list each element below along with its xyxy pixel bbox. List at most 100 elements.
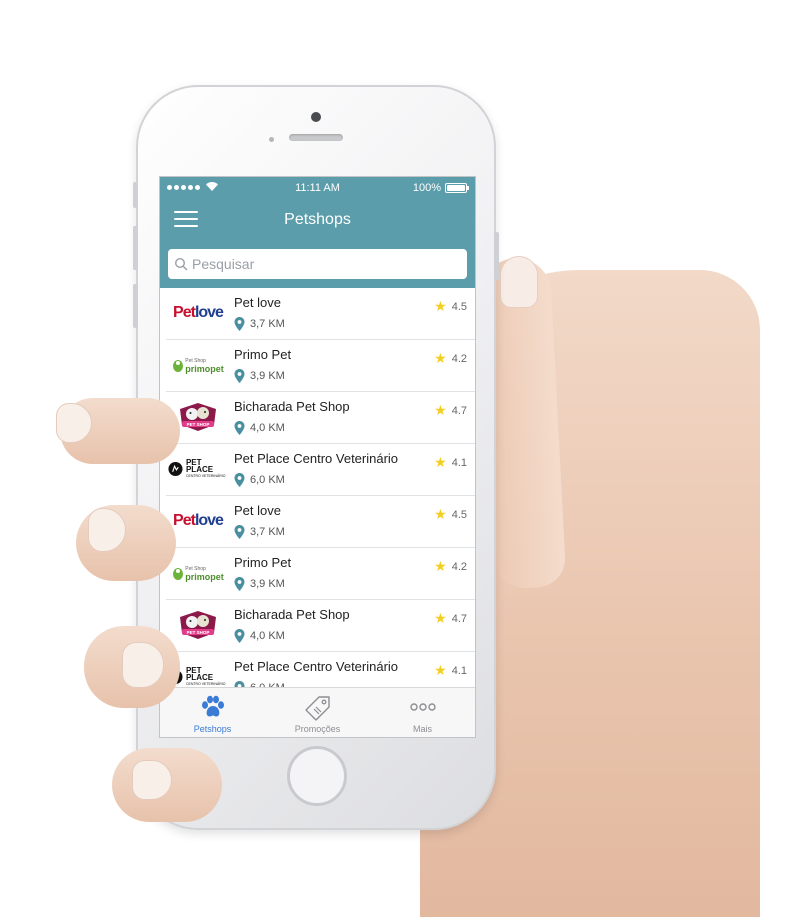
star-icon: ★ [434,506,447,522]
paw-icon [201,695,224,717]
mute-switch [133,182,138,208]
shop-logo: PET SHOP [168,610,228,640]
rating-value: 4.1 [451,456,467,469]
list-item[interactable]: PET SHOP Bicharada Pet Shop 4,0 KM ★ 4.7 [166,600,475,652]
shop-rating: ★ 4.1 [434,454,467,471]
shop-name: Primo Pet [234,555,292,570]
shop-distance: 4,0 KM [234,629,285,643]
location-pin-icon [234,421,245,435]
shop-logo: Petlove [168,298,228,328]
list-item[interactable]: PET PLACE CENTRO VETERINÁRIO Pet Place Cen… [166,444,475,496]
shop-logo: Pet Shop primopet [168,558,228,588]
finger-nail [132,760,172,800]
shop-rating: ★ 4.2 [434,558,467,575]
star-icon: ★ [434,298,447,314]
list-item[interactable]: Petlove Pet love 3,7 KM ★ 4.5 [166,288,475,340]
shop-distance: 3,9 KM [234,577,285,591]
shop-distance: 6,0 KM [234,473,285,487]
svg-text:PET SHOP: PET SHOP [187,630,210,635]
shop-logo: Pet Shop primopet [168,350,228,380]
petlove-logo: Petlove [173,512,224,529]
distance-text: 6,0 KM [250,474,285,486]
app-header: 11:11 AM 100% Petshops [160,177,475,288]
petshop-list: Petlove Pet love 3,7 KM ★ 4.5 Pet Shop primop… [160,288,475,688]
search-input[interactable] [192,256,452,272]
bicharada-logo: PET SHOP [180,611,216,639]
tab-label: Mais [412,724,432,734]
location-pin-icon [234,369,245,383]
primopet-logo: Pet Shop primopet [172,565,224,582]
shop-distance: 3,7 KM [234,525,285,539]
finger-nail [122,642,164,688]
distance-text: 4,0 KM [250,422,285,434]
tag-icon [304,696,330,721]
svg-text:PET SHOP: PET SHOP [187,422,210,427]
volume-up-button [133,226,138,270]
rating-value: 4.7 [451,612,467,625]
shop-name: Pet love [234,503,281,518]
shop-rating: ★ 4.7 [434,610,467,627]
shop-rating: ★ 4.1 [434,662,467,679]
more-icon [409,703,436,711]
shop-rating: ★ 4.2 [434,350,467,367]
location-pin-icon [234,317,245,331]
location-pin-icon [234,525,245,539]
shop-distance: 3,7 KM [234,317,285,331]
rating-value: 4.5 [451,300,467,313]
home-button[interactable] [287,746,347,806]
shop-name: Bicharada Pet Shop [234,399,350,414]
shop-logo: PET PLACE CENTRO VETERINÁRIO [168,454,228,484]
tab-label: Promoções [294,724,341,734]
shop-rating: ★ 4.5 [434,298,467,315]
location-pin-icon [234,473,245,487]
tab-promocoes[interactable]: Promoções [265,688,370,737]
distance-text: 3,9 KM [250,370,285,382]
list-item[interactable]: PET PLACE CENTRO VETERINÁRIO Pet Place Cen… [166,652,475,688]
list-item[interactable]: PET SHOP Bicharada Pet Shop 4,0 KM ★ 4.7 [166,392,475,444]
tab-petshops[interactable]: Petshops [160,688,265,737]
proximity-sensor [269,137,274,142]
rating-value: 4.5 [451,508,467,521]
front-camera [311,112,321,122]
volume-down-button [133,284,138,328]
petplace-logo: PET PLACE CENTRO VETERINÁRIO [168,458,228,480]
star-icon: ★ [434,454,447,470]
primopet-logo: Pet Shop primopet [172,357,224,374]
distance-text: 3,9 KM [250,578,285,590]
earpiece-speaker [289,134,343,141]
battery-percent: 100% [412,182,441,194]
rating-value: 4.2 [451,560,467,573]
distance-text: 4,0 KM [250,630,285,642]
shop-name: Primo Pet [234,347,292,362]
shop-rating: ★ 4.5 [434,506,467,523]
star-icon: ★ [434,402,447,418]
petlove-logo: Petlove [173,304,224,321]
tab-bar: Petshops Promoções Mais [160,687,475,737]
list-item[interactable]: Petlove Pet love 3,7 KM ★ 4.5 [166,496,475,548]
star-icon: ★ [434,610,447,626]
distance-text: 3,7 KM [250,318,285,330]
search-icon [174,257,188,271]
tab-label: Petshops [193,724,232,734]
thumb-nail [500,256,538,308]
shop-name: Pet Place Centro Veterinário [234,659,399,674]
location-pin-icon [234,629,245,643]
list-item[interactable]: Pet Shop primopet Primo Pet 3,9 KM ★ 4.2 [166,548,475,600]
rating-value: 4.1 [451,664,467,677]
shop-distance: 3,9 KM [234,369,285,383]
star-icon: ★ [434,558,447,574]
status-bar: 11:11 AM 100% [160,177,475,199]
battery-icon [445,183,469,193]
shop-rating: ★ 4.7 [434,402,467,419]
star-icon: ★ [434,350,447,366]
bicharada-logo: PET SHOP [180,403,216,431]
list-item[interactable]: Pet Shop primopet Primo Pet 3,9 KM ★ 4.2 [166,340,475,392]
power-button [494,232,499,280]
shop-name: Pet love [234,295,281,310]
rating-value: 4.7 [451,404,467,417]
search-bar[interactable] [168,249,467,279]
shop-logo: Petlove [168,506,228,536]
rating-value: 4.2 [451,352,467,365]
tab-mais[interactable]: Mais [370,688,475,737]
star-icon: ★ [434,662,447,678]
